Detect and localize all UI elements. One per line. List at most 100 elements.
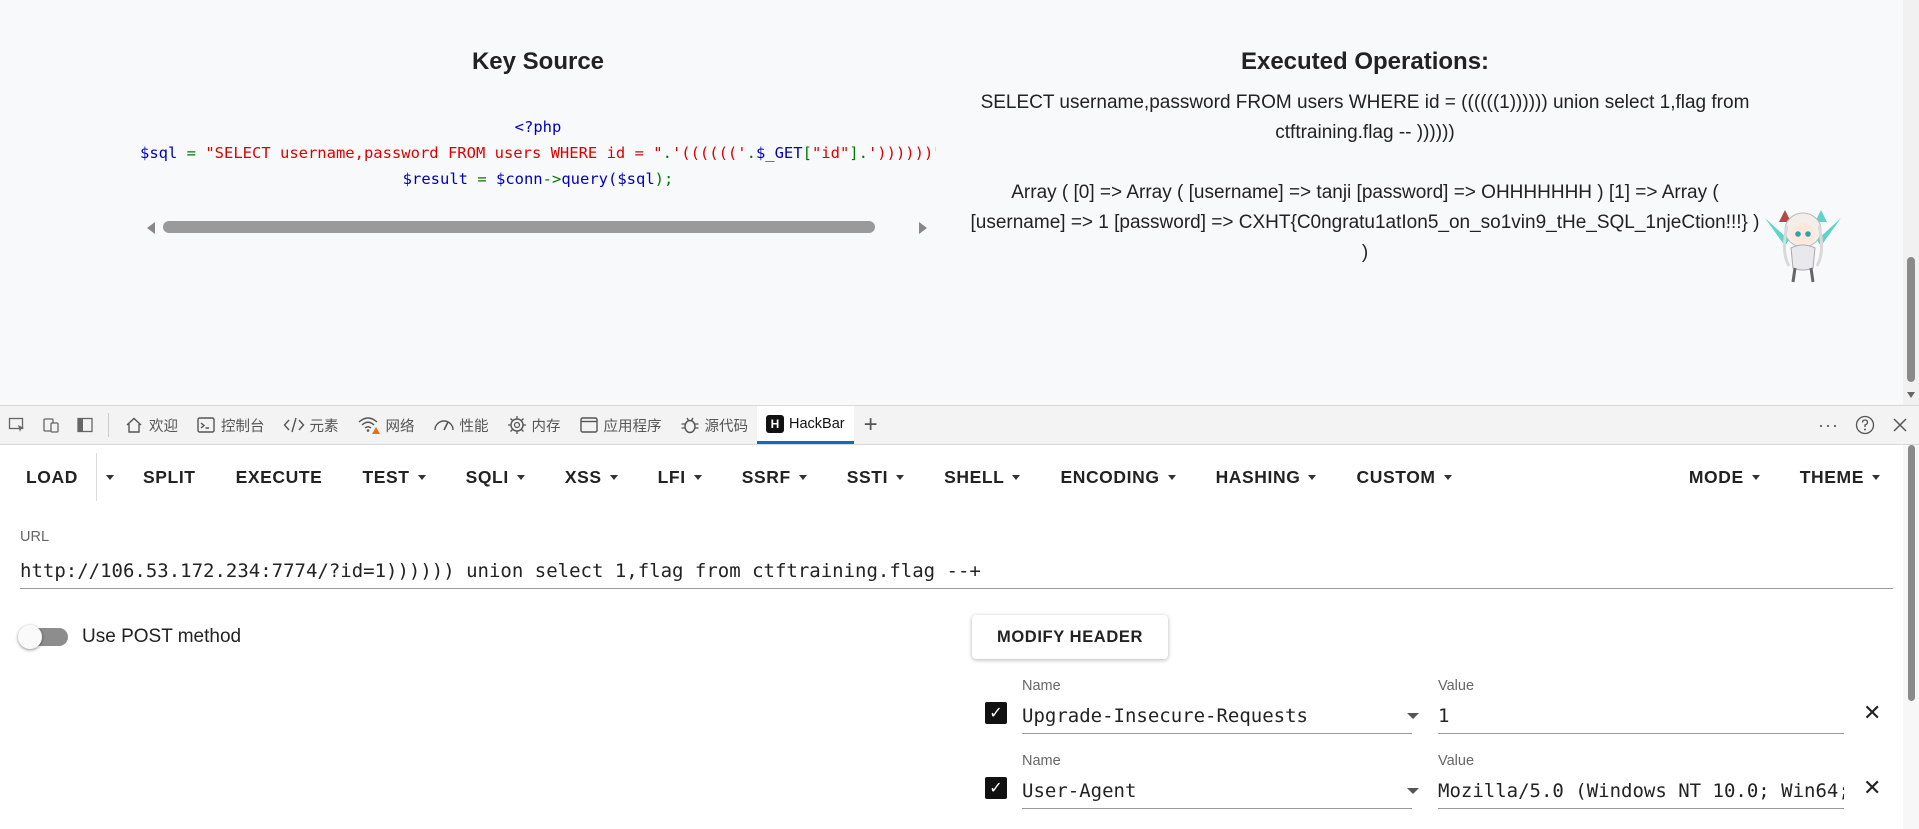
tab-hackbar[interactable]: H HackBar bbox=[757, 406, 854, 444]
tab-network[interactable]: 网络 bbox=[348, 406, 424, 444]
code-line-2: $sql = "SELECT username,password FROM us… bbox=[140, 140, 936, 166]
execute-button[interactable]: EXECUTE bbox=[216, 456, 343, 498]
dock-side-icon[interactable] bbox=[68, 406, 102, 444]
tab-memory[interactable]: 内存 bbox=[498, 406, 570, 444]
tab-label: 应用程序 bbox=[603, 418, 662, 435]
chevron-down-icon bbox=[516, 474, 525, 480]
hackbar-panel: LOAD SPLIT EXECUTE TEST SQLI XSS LFI SSR… bbox=[0, 445, 1919, 829]
code-line-3: $result = $conn->query($sql); bbox=[140, 166, 936, 192]
close-devtools-icon[interactable] bbox=[1891, 416, 1909, 434]
add-tab-plus-icon[interactable]: + bbox=[854, 411, 888, 439]
scroll-left-arrow-icon[interactable] bbox=[147, 222, 155, 234]
menu-label: SSRF bbox=[741, 466, 791, 487]
theme-menu-button[interactable]: THEME bbox=[1780, 456, 1900, 498]
scrollbar-thumb[interactable] bbox=[1907, 257, 1915, 382]
menu-label: SSTI bbox=[846, 466, 889, 487]
post-method-switch[interactable] bbox=[18, 625, 68, 649]
query-fn: query( bbox=[561, 170, 618, 188]
console-icon bbox=[197, 417, 215, 433]
code-horizontal-scrollbar[interactable] bbox=[145, 218, 935, 236]
scroll-down-arrow-icon[interactable] bbox=[1907, 392, 1915, 398]
device-emulation-icon[interactable] bbox=[34, 406, 68, 444]
header-enabled-checkbox[interactable]: ✓ bbox=[985, 777, 1007, 799]
header-value-label: Value bbox=[1438, 678, 1475, 694]
result-var: $result bbox=[402, 170, 468, 188]
hackbar-toolbar: LOAD SPLIT EXECUTE TEST SQLI XSS LFI SSR… bbox=[0, 445, 1900, 509]
page-vertical-scrollbar[interactable] bbox=[1903, 0, 1919, 405]
tab-label: 欢迎 bbox=[149, 418, 178, 435]
tab-elements[interactable]: 元素 bbox=[274, 406, 348, 444]
remove-header-close-icon[interactable]: ✕ bbox=[1863, 775, 1881, 801]
home-icon bbox=[126, 417, 142, 433]
bracket: ] bbox=[849, 144, 859, 162]
ssrf-menu-button[interactable]: SSRF bbox=[722, 456, 827, 498]
lfi-menu-button[interactable]: LFI bbox=[638, 456, 722, 498]
url-label: URL bbox=[20, 529, 50, 545]
xss-menu-button[interactable]: XSS bbox=[545, 456, 638, 498]
gauge-icon bbox=[433, 420, 454, 431]
header-value-input[interactable]: Mozilla/5.0 (Windows NT 10.0; Win64; x64… bbox=[1438, 773, 1844, 809]
code-icon bbox=[283, 417, 304, 433]
tab-label: 元素 bbox=[309, 418, 339, 435]
help-icon[interactable] bbox=[1855, 415, 1875, 435]
hashing-menu-button[interactable]: HASHING bbox=[1196, 456, 1337, 498]
conn-var: $conn bbox=[495, 170, 543, 188]
tab-application[interactable]: 应用程序 bbox=[570, 406, 671, 444]
header-row: ✓ Name Value Upgrade-Insecure-Requests 1… bbox=[985, 678, 1885, 738]
query-result-text: Array ( [0] => Array ( [username] => tan… bbox=[970, 182, 1760, 263]
hackbar-vertical-scrollbar[interactable] bbox=[1903, 445, 1919, 829]
post-method-toggle-row[interactable]: Use POST method bbox=[18, 625, 241, 649]
tab-console[interactable]: 控制台 bbox=[187, 406, 274, 444]
executed-operations-title: Executed Operations: bbox=[1240, 48, 1490, 75]
load-button[interactable]: LOAD bbox=[0, 453, 97, 501]
encoding-menu-button[interactable]: ENCODING bbox=[1040, 456, 1195, 498]
header-value-label: Value bbox=[1438, 753, 1475, 769]
tab-performance[interactable]: 性能 bbox=[424, 406, 498, 444]
chevron-down-icon bbox=[1443, 474, 1452, 480]
scrollbar-thumb[interactable] bbox=[163, 221, 875, 233]
header-enabled-checkbox[interactable]: ✓ bbox=[985, 702, 1007, 724]
menu-label: HASHING bbox=[1215, 466, 1301, 487]
get-var: $_GET bbox=[755, 144, 803, 162]
bracket: [ bbox=[802, 144, 812, 162]
more-tools-ellipsis-icon[interactable]: ··· bbox=[1818, 415, 1839, 436]
chevron-down-icon[interactable] bbox=[1407, 788, 1419, 794]
ssti-menu-button[interactable]: SSTI bbox=[827, 456, 924, 498]
anime-mascot-image bbox=[1765, 210, 1841, 283]
remove-header-close-icon[interactable]: ✕ bbox=[1863, 700, 1881, 726]
inspect-element-icon[interactable] bbox=[0, 406, 34, 444]
sql-var: $sql bbox=[140, 144, 178, 162]
scrollbar-thumb[interactable] bbox=[1908, 445, 1915, 701]
sqli-menu-button[interactable]: SQLI bbox=[446, 456, 545, 498]
tab-label: 内存 bbox=[531, 418, 561, 435]
chevron-down-icon bbox=[609, 474, 618, 480]
load-dropdown-button[interactable] bbox=[97, 456, 123, 498]
php-open-tag: <?php bbox=[514, 118, 562, 136]
sql-arg: $sql bbox=[617, 170, 655, 188]
test-menu-button[interactable]: TEST bbox=[342, 456, 445, 498]
devtools-tab-strip: 欢迎 控制台 元素 网络 性能 内存 应用程序 源代码 H HackBar + … bbox=[0, 405, 1919, 445]
header-row: ✓ Name Value User-Agent Mozilla/5.0 (Win… bbox=[985, 753, 1885, 813]
chevron-down-icon bbox=[1012, 474, 1021, 480]
hackbar-logo-icon: H bbox=[766, 414, 784, 433]
shell-menu-button[interactable]: SHELL bbox=[924, 456, 1040, 498]
header-value-input[interactable]: 1 bbox=[1438, 698, 1844, 734]
split-button[interactable]: SPLIT bbox=[123, 456, 216, 498]
header-name-select[interactable]: User-Agent bbox=[1022, 773, 1412, 809]
key-source-title: Key Source bbox=[471, 48, 605, 75]
mode-menu-button[interactable]: MODE bbox=[1669, 456, 1780, 498]
scroll-right-arrow-icon[interactable] bbox=[919, 222, 927, 234]
tab-label: 控制台 bbox=[221, 418, 265, 435]
toolbar-divider bbox=[108, 413, 109, 437]
concat-op: . bbox=[662, 144, 672, 162]
tab-welcome[interactable]: 欢迎 bbox=[115, 406, 187, 444]
chevron-down-icon bbox=[1872, 474, 1880, 480]
tab-label: 性能 bbox=[459, 418, 489, 435]
chevron-down-icon[interactable] bbox=[1407, 713, 1419, 719]
custom-menu-button[interactable]: CUSTOM bbox=[1336, 456, 1471, 498]
header-name-select[interactable]: Upgrade-Insecure-Requests bbox=[1022, 698, 1412, 734]
tab-sources[interactable]: 源代码 bbox=[671, 406, 758, 444]
tab-label: 网络 bbox=[385, 418, 415, 435]
modify-header-button[interactable]: MODIFY HEADER bbox=[972, 615, 1168, 659]
url-input[interactable] bbox=[20, 553, 1893, 589]
